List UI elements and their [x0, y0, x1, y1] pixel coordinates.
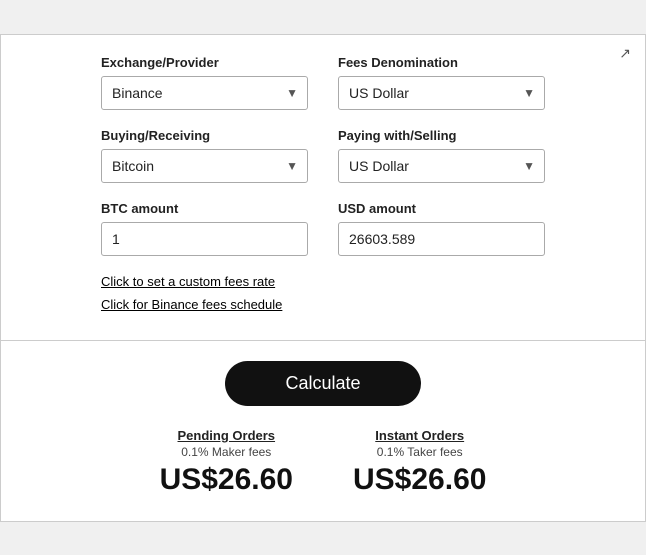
external-link-icon[interactable]: ↗ — [619, 45, 631, 62]
pending-orders-result: Pending Orders 0.1% Maker fees US$26.60 — [160, 428, 293, 497]
calculate-button[interactable]: Calculate — [225, 361, 420, 406]
fees-denom-group: Fees Denomination US Dollar Bitcoin Euro… — [338, 55, 545, 110]
form-row-1: Exchange/Provider Binance Coinbase Krake… — [101, 55, 545, 110]
buying-select-wrapper: Bitcoin Ethereum Litecoin ▼ — [101, 149, 308, 183]
paying-select[interactable]: US Dollar Bitcoin Euro — [338, 149, 545, 183]
fees-denom-select[interactable]: US Dollar Bitcoin Euro — [338, 76, 545, 110]
fees-denom-label: Fees Denomination — [338, 55, 545, 70]
pending-orders-label: Pending Orders — [160, 428, 293, 443]
paying-label: Paying with/Selling — [338, 128, 545, 143]
instant-orders-value: US$26.60 — [353, 463, 486, 497]
paying-select-wrapper: US Dollar Bitcoin Euro ▼ — [338, 149, 545, 183]
btc-amount-input[interactable] — [101, 222, 308, 256]
pending-orders-value: US$26.60 — [160, 463, 293, 497]
results-row: Pending Orders 0.1% Maker fees US$26.60 … — [1, 428, 645, 497]
usd-amount-label: USD amount — [338, 201, 545, 216]
links-section: Click to set a custom fees rate Click fo… — [101, 274, 545, 312]
usd-amount-input[interactable] — [338, 222, 545, 256]
buying-group: Buying/Receiving Bitcoin Ethereum Liteco… — [101, 128, 308, 183]
btc-amount-group: BTC amount — [101, 201, 308, 256]
usd-amount-group: USD amount — [338, 201, 545, 256]
pending-orders-sublabel: 0.1% Maker fees — [160, 445, 293, 459]
instant-orders-result: Instant Orders 0.1% Taker fees US$26.60 — [353, 428, 486, 497]
calculator-wrapper: ↗ Exchange/Provider Binance Coinbase Kra… — [0, 34, 646, 522]
form-row-2: Buying/Receiving Bitcoin Ethereum Liteco… — [101, 128, 545, 183]
buying-label: Buying/Receiving — [101, 128, 308, 143]
instant-orders-sublabel: 0.1% Taker fees — [353, 445, 486, 459]
paying-group: Paying with/Selling US Dollar Bitcoin Eu… — [338, 128, 545, 183]
instant-orders-label: Instant Orders — [353, 428, 486, 443]
exchange-label: Exchange/Provider — [101, 55, 308, 70]
bottom-section: Calculate Pending Orders 0.1% Maker fees… — [1, 341, 645, 521]
exchange-group: Exchange/Provider Binance Coinbase Krake… — [101, 55, 308, 110]
buying-select[interactable]: Bitcoin Ethereum Litecoin — [101, 149, 308, 183]
fees-schedule-link[interactable]: Click for Binance fees schedule — [101, 297, 545, 312]
btc-amount-label: BTC amount — [101, 201, 308, 216]
exchange-select[interactable]: Binance Coinbase Kraken — [101, 76, 308, 110]
custom-fees-link[interactable]: Click to set a custom fees rate — [101, 274, 545, 289]
top-section: ↗ Exchange/Provider Binance Coinbase Kra… — [1, 35, 645, 341]
fees-denom-select-wrapper: US Dollar Bitcoin Euro ▼ — [338, 76, 545, 110]
exchange-select-wrapper: Binance Coinbase Kraken ▼ — [101, 76, 308, 110]
form-row-3: BTC amount USD amount — [101, 201, 545, 256]
